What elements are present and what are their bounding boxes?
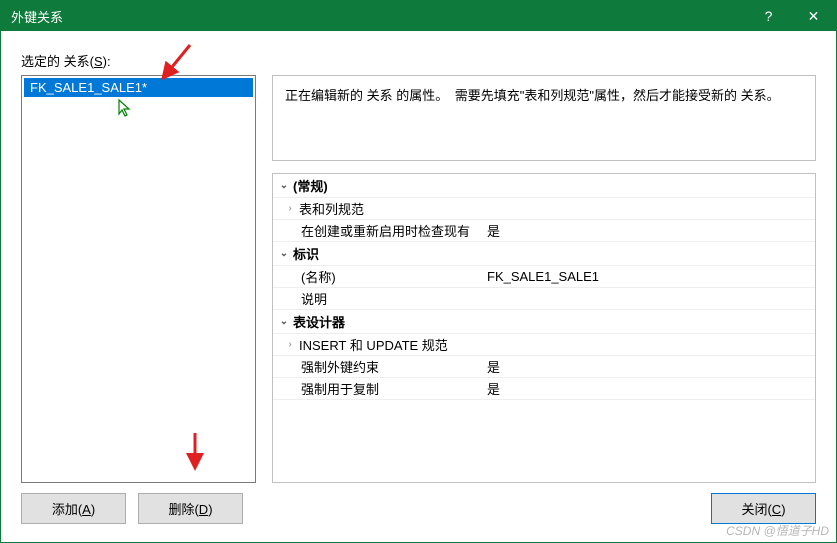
row-enforce-fk[interactable]: 强制外键约束 是 <box>273 356 815 378</box>
prop-label: 在创建或重新启用时检查现有 <box>273 221 483 240</box>
dialog-window: 外键关系 ? ✕ 选定的 关系(S): FK_SALE1_SALE1* 添加(A… <box>0 0 837 543</box>
row-name[interactable]: (名称) FK_SALE1_SALE1 <box>273 266 815 288</box>
row-table-column-spec[interactable]: › 表和列规范 <box>273 198 815 220</box>
prop-label: (名称) <box>273 267 483 286</box>
prop-label: 强制用于复制 <box>273 379 483 398</box>
prop-label: 表和列规范 <box>299 199 364 218</box>
add-button[interactable]: 添加(A) <box>21 493 126 524</box>
chevron-right-icon[interactable]: › <box>283 203 297 214</box>
group-general-label: (常规) <box>293 176 328 195</box>
prop-label: 说明 <box>273 289 483 308</box>
delete-button[interactable]: 删除(D) <box>138 493 243 524</box>
property-grid[interactable]: ⌄ (常规) › 表和列规范 在创建或重新启用时检查现有 是 ⌄ 标识 <box>272 173 816 483</box>
relations-listbox[interactable]: FK_SALE1_SALE1* <box>21 75 256 483</box>
row-insert-update[interactable]: › INSERT 和 UPDATE 规范 <box>273 334 815 356</box>
group-designer[interactable]: ⌄ 表设计器 <box>273 310 815 334</box>
help-button[interactable]: ? <box>746 1 791 31</box>
row-description[interactable]: 说明 <box>273 288 815 310</box>
titlebar: 外键关系 ? ✕ <box>1 1 836 31</box>
prop-label: INSERT 和 UPDATE 规范 <box>299 335 448 354</box>
prop-value: 是 <box>483 379 815 398</box>
chevron-down-icon[interactable]: ⌄ <box>277 316 291 327</box>
close-window-button[interactable]: ✕ <box>791 1 836 31</box>
prop-value: FK_SALE1_SALE1 <box>483 269 815 284</box>
list-buttons-row: 添加(A) 删除(D) <box>21 493 256 524</box>
close-button[interactable]: 关闭(C) <box>711 493 816 524</box>
list-item[interactable]: FK_SALE1_SALE1* <box>24 78 253 97</box>
group-general[interactable]: ⌄ (常规) <box>273 174 815 198</box>
group-identity[interactable]: ⌄ 标识 <box>273 242 815 266</box>
row-replication[interactable]: 强制用于复制 是 <box>273 378 815 400</box>
prop-value: 是 <box>483 221 815 240</box>
selected-relations-label: 选定的 关系(S): <box>21 51 816 70</box>
window-title: 外键关系 <box>11 7 746 26</box>
description-box: 正在编辑新的 关系 的属性。 需要先填充"表和列规范"属性，然后才能接受新的 关… <box>272 75 816 161</box>
group-identity-label: 标识 <box>293 244 319 263</box>
left-column: FK_SALE1_SALE1* 添加(A) 删除(D) <box>21 75 256 524</box>
group-designer-label: 表设计器 <box>293 312 345 331</box>
prop-label: 强制外键约束 <box>273 357 483 376</box>
chevron-right-icon[interactable]: › <box>283 339 297 350</box>
main-row: FK_SALE1_SALE1* 添加(A) 删除(D) 正在编辑新的 关系 的属… <box>21 75 816 524</box>
row-check-existing[interactable]: 在创建或重新启用时检查现有 是 <box>273 220 815 242</box>
right-column: 正在编辑新的 关系 的属性。 需要先填充"表和列规范"属性，然后才能接受新的 关… <box>272 75 816 524</box>
chevron-down-icon[interactable]: ⌄ <box>277 248 291 259</box>
content-area: 选定的 关系(S): FK_SALE1_SALE1* 添加(A) 删除(D) 正… <box>1 31 836 542</box>
prop-value: 是 <box>483 357 815 376</box>
footer-row: 关闭(C) <box>272 493 816 524</box>
chevron-down-icon[interactable]: ⌄ <box>277 180 291 191</box>
